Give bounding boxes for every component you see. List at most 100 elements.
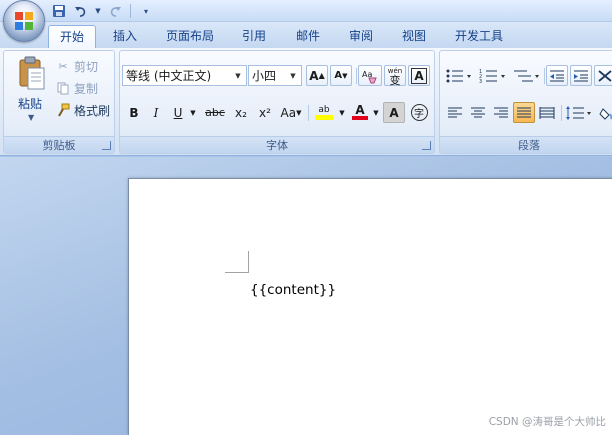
align-center-button[interactable]: [467, 102, 489, 123]
character-border-button[interactable]: A: [408, 65, 430, 86]
phonetic-guide-char: 变: [389, 73, 401, 87]
grow-font-button[interactable]: A ▲: [306, 65, 328, 86]
decrease-indent-button[interactable]: [546, 65, 568, 86]
highlight-dropdown-icon[interactable]: ▼: [337, 102, 347, 123]
ribbon: 粘贴 ▼ ✂ 剪切 复制 格式刷 剪贴板 等线 (中文正文) ▼ 小四 ▼ A …: [0, 48, 612, 156]
bold-button[interactable]: B: [124, 102, 144, 123]
office-logo-icon: [15, 12, 33, 30]
clear-formatting-button[interactable]: Aa: [358, 65, 382, 86]
multilevel-list-button[interactable]: [512, 65, 542, 86]
change-case-button[interactable]: Aa ▼: [278, 102, 304, 123]
numbering-icon: 1 2 3: [479, 69, 505, 84]
grow-font-icon: A: [309, 68, 319, 83]
underline-button[interactable]: U: [168, 102, 188, 123]
copy-button[interactable]: 复制: [56, 79, 98, 97]
increase-indent-icon: [574, 70, 588, 81]
enclose-characters-button[interactable]: 字: [408, 102, 430, 123]
tab-home[interactable]: 开始: [48, 25, 96, 48]
clipboard-group-label: 剪贴板: [4, 136, 114, 153]
font-color-icon: A: [355, 103, 365, 117]
phonetic-guide-button[interactable]: wén 变: [384, 65, 406, 86]
qat-separator: [130, 4, 131, 18]
paste-dropdown-icon[interactable]: ▼: [28, 113, 34, 122]
shading-button[interactable]: [596, 102, 612, 123]
highlight-color-swatch: [315, 114, 333, 120]
justify-button[interactable]: [513, 102, 535, 123]
quick-access-toolbar: ▼ ▾: [50, 2, 155, 20]
line-spacing-button[interactable]: [564, 102, 594, 123]
font-color-button[interactable]: A: [349, 102, 371, 123]
paste-button[interactable]: 粘贴: [18, 95, 42, 112]
subscript-button[interactable]: x₂: [230, 102, 252, 123]
strikethrough-button[interactable]: abc: [202, 102, 228, 123]
scissors-icon: ✂: [58, 59, 68, 73]
font-name-value: 等线 (中文正文): [126, 69, 212, 83]
underline-dropdown-icon[interactable]: ▼: [188, 102, 198, 123]
tab-mailings[interactable]: 邮件: [288, 25, 328, 48]
tab-insert[interactable]: 插入: [103, 25, 147, 48]
undo-dropdown-icon[interactable]: ▼: [94, 3, 102, 19]
superscript-button[interactable]: x²: [254, 102, 276, 123]
align-right-button[interactable]: [490, 102, 512, 123]
character-shading-button[interactable]: A: [383, 102, 405, 123]
text-highlight-button[interactable]: ab: [311, 102, 337, 123]
change-case-label: Aa: [280, 105, 297, 120]
distributed-button[interactable]: [536, 102, 558, 123]
tab-view[interactable]: 视图: [394, 25, 434, 48]
align-left-icon: [448, 107, 462, 117]
bullets-icon: [446, 69, 471, 82]
font-group: 等线 (中文正文) ▼ 小四 ▼ A ▲ A ▼ Aa wén 变 A B I U …: [119, 50, 435, 154]
enclose-characters-icon: 字: [410, 104, 428, 121]
align-left-button[interactable]: [444, 102, 466, 123]
font-group-label: 字体: [120, 136, 434, 153]
increase-indent-button[interactable]: [570, 65, 592, 86]
line-spacing-icon: [566, 105, 591, 120]
customize-qat-icon[interactable]: ▾: [137, 3, 155, 19]
paragraph-group: 1 2 3 段落: [439, 50, 612, 154]
tab-developer[interactable]: 开发工具: [446, 25, 512, 48]
watermark: CSDN @涛哥是个大帅比: [488, 416, 606, 428]
asian-layout-button[interactable]: [594, 65, 612, 86]
office-button[interactable]: [3, 0, 45, 42]
clipboard-dialog-launcher-icon[interactable]: [102, 141, 111, 150]
tab-review[interactable]: 审阅: [341, 25, 381, 48]
tab-references[interactable]: 引用: [234, 25, 274, 48]
font-dialog-launcher-icon[interactable]: [422, 141, 431, 150]
font-name-dropdown-icon[interactable]: ▼: [232, 66, 244, 85]
paragraph-group-label: 段落: [440, 136, 612, 153]
shrink-font-button[interactable]: A ▼: [330, 65, 352, 86]
paint-bucket-icon: [599, 107, 612, 120]
document-page[interactable]: {{content}} CSDN @涛哥是个大帅比: [128, 178, 612, 435]
format-painter-icon: [56, 103, 70, 117]
asian-layout-icon: [598, 69, 612, 82]
decrease-indent-icon: [550, 70, 564, 81]
clipboard-group: 粘贴 ▼ ✂ 剪切 复制 格式刷 剪贴板: [3, 50, 115, 154]
font-separator: [308, 105, 309, 121]
copy-label: 复制: [74, 81, 99, 96]
cut-button[interactable]: ✂ 剪切: [56, 57, 98, 75]
tab-page-layout[interactable]: 页面布局: [158, 25, 222, 48]
format-painter-label: 格式刷: [74, 103, 111, 118]
clear-formatting-icon: Aa: [362, 70, 377, 83]
bullets-button[interactable]: [444, 65, 474, 86]
paste-icon[interactable]: [17, 56, 47, 92]
font-separator: [356, 68, 357, 84]
font-size-dropdown-icon[interactable]: ▼: [287, 66, 299, 85]
font-color-swatch: [352, 116, 368, 120]
numbering-button[interactable]: 1 2 3: [478, 65, 508, 86]
highlight-pen-icon: ab: [318, 104, 330, 115]
redo-icon[interactable]: [106, 3, 124, 19]
save-icon[interactable]: [50, 3, 68, 19]
italic-button[interactable]: I: [146, 102, 166, 123]
copy-icon: [56, 81, 70, 95]
font-color-dropdown-icon[interactable]: ▼: [371, 102, 381, 123]
undo-icon[interactable]: [72, 3, 90, 19]
margin-corner-mark: [225, 251, 249, 273]
format-painter-button[interactable]: 格式刷: [56, 101, 110, 119]
font-size-combo[interactable]: 小四 ▼: [248, 65, 302, 86]
cut-label: 剪切: [74, 59, 99, 74]
document-body-text[interactable]: {{content}}: [250, 282, 336, 298]
font-name-combo[interactable]: 等线 (中文正文) ▼: [122, 65, 247, 86]
ribbon-tab-row: 开始 插入 页面布局 引用 邮件 审阅 视图 开发工具: [0, 22, 612, 48]
shrink-font-icon: A: [334, 70, 343, 81]
